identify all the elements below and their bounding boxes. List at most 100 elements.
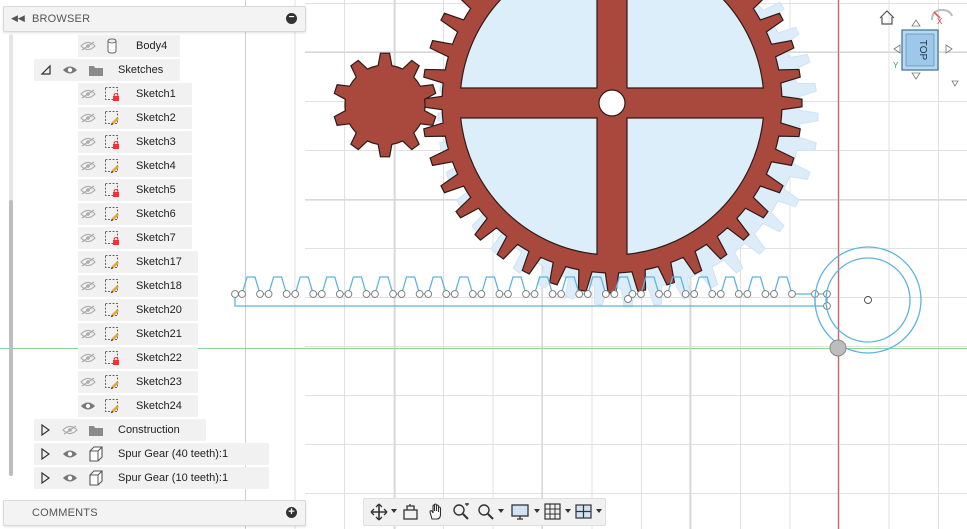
grid-settings-icon[interactable] <box>544 503 571 521</box>
browser-item-sketch18[interactable]: Sketch18 <box>78 275 199 297</box>
arrow-down-icon[interactable] <box>911 72 921 80</box>
comments-title: COMMENTS <box>32 507 98 519</box>
sketch-point <box>734 290 743 298</box>
visibility-on-icon[interactable] <box>62 449 78 459</box>
browser-item-sketch5[interactable]: Sketch5 <box>78 179 193 201</box>
browser-item-label: Sketch24 <box>136 400 182 412</box>
browser-item-sketch2[interactable]: Sketch2 <box>78 107 193 129</box>
sketch-point <box>548 290 557 298</box>
viewcube[interactable]: TOP Y X <box>874 6 962 88</box>
sketch-point <box>522 290 530 298</box>
expand-arrow-icon[interactable] <box>40 471 51 485</box>
sketch-point <box>624 295 632 303</box>
component-icon <box>88 446 104 462</box>
visibility-off-icon[interactable] <box>80 257 96 267</box>
browser-item-sketch17[interactable]: Sketch17 <box>78 251 199 273</box>
browser-item-sketch20[interactable]: Sketch20 <box>78 299 199 321</box>
sketch-point <box>575 290 584 298</box>
browser-item-sketch3[interactable]: Sketch3 <box>78 131 193 153</box>
viewports-icon[interactable] <box>575 503 602 521</box>
zoom-window-icon[interactable] <box>452 502 470 521</box>
browser-item-label: Spur Gear (10 teeth):1 <box>118 472 229 484</box>
sketch-point <box>690 290 699 298</box>
sketch-point <box>309 290 318 298</box>
visibility-off-icon[interactable] <box>80 137 96 147</box>
visibility-on-icon[interactable] <box>80 401 96 411</box>
visibility-off-icon[interactable] <box>62 425 78 435</box>
visibility-off-icon[interactable] <box>80 113 96 123</box>
arrow-right-icon[interactable] <box>945 44 953 54</box>
sketch-point <box>610 290 619 298</box>
browser-title: BROWSER <box>32 13 91 25</box>
browser-item-sketch6[interactable]: Sketch6 <box>78 203 193 225</box>
collapse-arrow-icon[interactable] <box>40 64 51 76</box>
visibility-off-icon[interactable] <box>80 41 96 51</box>
visibility-off-icon[interactable] <box>80 305 96 315</box>
viewcube-menu-icon[interactable] <box>951 80 959 87</box>
visibility-off-icon[interactable] <box>80 185 96 195</box>
collapse-panel-icon[interactable]: ◀◀ <box>11 13 25 24</box>
visibility-off-icon[interactable] <box>80 329 96 339</box>
pan-icon[interactable] <box>427 503 445 521</box>
sketch-locked-icon <box>104 350 120 366</box>
folder-icon <box>88 62 104 78</box>
visibility-off-icon[interactable] <box>80 353 96 363</box>
sketch-point <box>637 290 645 298</box>
visibility-on-icon[interactable] <box>62 473 78 483</box>
home-icon[interactable] <box>879 10 895 25</box>
sketch-point <box>557 290 566 298</box>
navigation-toolbar <box>363 498 606 526</box>
sketch-icon <box>104 158 120 174</box>
browser-item-sketch24[interactable]: Sketch24 <box>78 395 199 417</box>
browser-item-sketch1[interactable]: Sketch1 <box>78 83 193 105</box>
browser-item-sketch4[interactable]: Sketch4 <box>78 155 193 177</box>
browser-item-label: Spur Gear (40 teeth):1 <box>118 448 229 460</box>
visibility-on-icon[interactable] <box>62 65 78 75</box>
visibility-off-icon[interactable] <box>80 209 96 219</box>
add-comment-button[interactable]: + <box>286 507 297 518</box>
arrow-up-icon[interactable] <box>911 19 921 27</box>
visibility-off-icon[interactable] <box>80 377 96 387</box>
sketch-point <box>655 290 663 298</box>
small-spur-gear[interactable] <box>333 52 437 158</box>
sketch-point <box>424 290 433 298</box>
browser-item-construction[interactable]: Construction <box>34 419 206 441</box>
sketch-point <box>788 290 796 298</box>
browser-item-label: Construction <box>118 424 180 436</box>
browser-item-label: Sketch1 <box>136 88 176 100</box>
browser-item-sketches[interactable]: Sketches <box>34 59 181 81</box>
browser-scrollbar-thumb[interactable] <box>9 200 13 476</box>
sketch-icon <box>104 110 120 126</box>
orbit-icon[interactable] <box>370 503 397 521</box>
arrow-left-icon[interactable] <box>893 44 901 54</box>
browser-item-label: Sketch7 <box>136 232 176 244</box>
browser-item-label: Sketch18 <box>136 280 182 292</box>
axis-x-label: X <box>937 17 943 26</box>
browser-item-label: Sketch23 <box>136 376 182 388</box>
visibility-off-icon[interactable] <box>80 89 96 99</box>
expand-arrow-icon[interactable] <box>40 447 51 461</box>
browser-item-sketch7[interactable]: Sketch7 <box>78 227 193 249</box>
component-icon <box>88 470 104 486</box>
visibility-off-icon[interactable] <box>80 233 96 243</box>
expand-arrow-icon[interactable] <box>40 423 51 437</box>
zoom-icon[interactable] <box>477 503 504 521</box>
sketch-locked-icon <box>104 134 120 150</box>
axis-y-label: Y <box>893 61 899 70</box>
visibility-off-icon[interactable] <box>80 281 96 291</box>
browser-item-label: Sketch21 <box>136 328 182 340</box>
browser-item-sketch22[interactable]: Sketch22 <box>78 347 199 369</box>
visibility-off-icon[interactable] <box>80 161 96 171</box>
browser-item-body4[interactable]: Body4 <box>78 35 180 57</box>
origin-point[interactable] <box>829 339 847 357</box>
sketch-point <box>601 290 610 298</box>
browser-item-spur-gear-10-teeth-1[interactable]: Spur Gear (10 teeth):1 <box>34 467 269 489</box>
browser-item-sketch21[interactable]: Sketch21 <box>78 323 199 345</box>
look-at-icon[interactable] <box>402 503 420 521</box>
sketch-point <box>238 290 246 298</box>
browser-item-sketch23[interactable]: Sketch23 <box>78 371 199 393</box>
display-settings-icon[interactable] <box>511 503 540 521</box>
sketch-icon <box>104 278 120 294</box>
minimize-panel-button[interactable]: − <box>286 13 297 24</box>
browser-item-spur-gear-40-teeth-1[interactable]: Spur Gear (40 teeth):1 <box>34 443 269 465</box>
